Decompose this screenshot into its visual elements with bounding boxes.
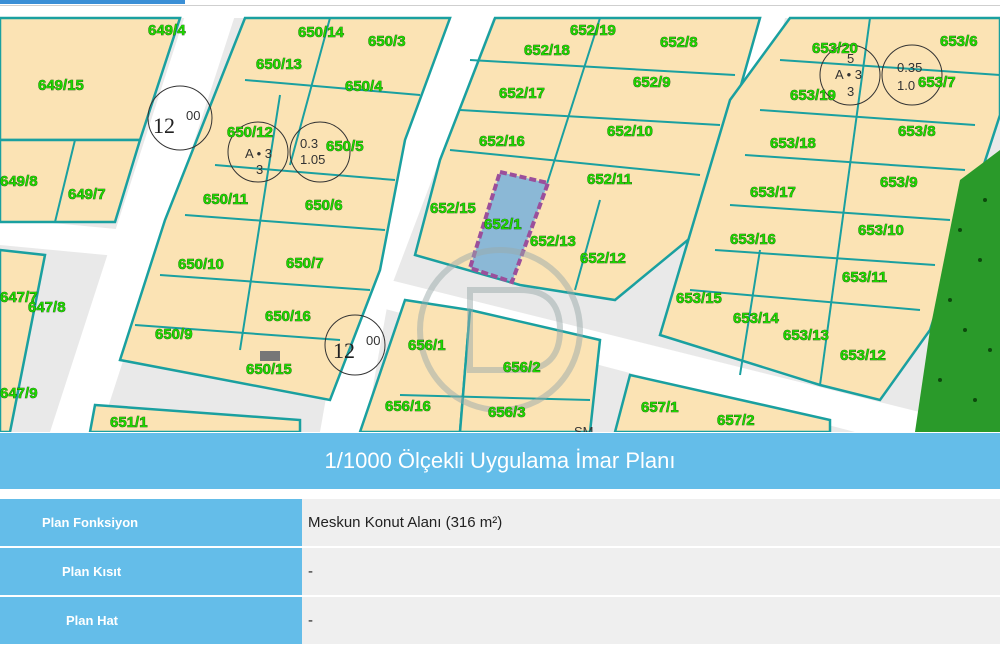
zone-note-ratio: 1.05 — [300, 152, 325, 167]
road-superscript: 00 — [366, 333, 380, 348]
parcel-label[interactable]: 656/2 — [503, 359, 541, 377]
parcel-label[interactable]: 652/16 — [479, 133, 525, 151]
parcel-label[interactable]: 653/20 — [812, 40, 858, 58]
parcel-label[interactable]: 653/13 — [783, 327, 829, 345]
road-width-label: 12 — [153, 113, 175, 138]
info-row-constraint: Plan Kısıt - — [0, 548, 1000, 595]
parcel-label[interactable]: 650/14 — [298, 24, 345, 42]
parcel-label[interactable]: 657/2 — [717, 412, 755, 430]
info-row-line: Plan Hat - — [0, 597, 1000, 644]
parcel-label[interactable]: 653/16 — [730, 231, 776, 249]
parcel-label[interactable]: 650/7 — [286, 255, 324, 273]
info-row-value: - — [302, 597, 1000, 644]
parcel-label[interactable]: 653/15 — [676, 290, 722, 308]
parcel-label[interactable]: 649/4 — [148, 22, 187, 40]
parcel-label[interactable]: 653/9 — [880, 174, 918, 192]
parcel-label[interactable]: 647/8 — [28, 299, 66, 317]
map-canvas[interactable]: SM 12 00 12 00 0.3 1.05 A • 3 3 0.35 1.0… — [0, 0, 1000, 432]
parcel-label[interactable]: 653/14 — [733, 310, 780, 328]
parcel-label[interactable]: 653/12 — [840, 347, 886, 365]
zone-note-floors: 3 — [847, 84, 854, 99]
parcel-label[interactable]: 650/4 — [345, 78, 384, 96]
parcel-label[interactable]: 650/10 — [178, 256, 224, 274]
parcel-label[interactable]: 653/6 — [940, 33, 978, 51]
parcel-label[interactable]: 650/12 — [227, 124, 273, 142]
parcel-label[interactable]: 652/15 — [430, 200, 476, 218]
parcel-label[interactable]: 652/13 — [530, 233, 576, 251]
parcel-label[interactable]: 650/9 — [155, 326, 193, 344]
parcel-label[interactable]: 650/11 — [203, 191, 249, 209]
parcel-label[interactable]: 652/10 — [607, 123, 653, 141]
active-tab-indicator — [0, 0, 185, 4]
parcel-label[interactable]: 649/15 — [38, 77, 84, 95]
parcel-label[interactable]: 653/18 — [770, 135, 816, 153]
parcel-label[interactable]: 650/13 — [256, 56, 302, 74]
parcel-label[interactable]: 653/8 — [898, 123, 936, 141]
parcel-label[interactable]: 656/1 — [408, 337, 446, 355]
parcel-label[interactable]: 652/1 — [484, 216, 522, 234]
parcel-label[interactable]: 650/3 — [368, 33, 406, 51]
parcel-label[interactable]: 652/12 — [580, 250, 626, 268]
parcel-label[interactable]: 651/1 — [110, 414, 148, 432]
info-row-function: Plan Fonksiyon Meskun Konut Alanı (316 m… — [0, 499, 1000, 546]
parcel-label[interactable]: 652/8 — [660, 34, 698, 52]
parcel-label[interactable]: 652/11 — [587, 171, 633, 189]
parcel-label[interactable]: 656/16 — [385, 398, 431, 416]
road-superscript: 00 — [186, 108, 200, 123]
info-row-value: - — [302, 548, 1000, 595]
parcel-label[interactable]: 653/19 — [790, 87, 836, 105]
zoning-map[interactable]: SM 12 00 12 00 0.3 1.05 A • 3 3 0.35 1.0… — [0, 0, 1000, 432]
parcel-label[interactable]: 652/9 — [633, 74, 671, 92]
building-marker — [260, 351, 280, 361]
parcel-label[interactable]: 650/5 — [326, 138, 364, 156]
parcel-label[interactable]: 653/10 — [858, 222, 904, 240]
tab-strip — [0, 0, 1000, 6]
parcel-label[interactable]: 657/1 — [641, 399, 679, 417]
parcel-label[interactable]: 650/16 — [265, 308, 311, 326]
zone-note-zone: A • 3 — [835, 67, 862, 82]
info-row-label: Plan Fonksiyon — [0, 499, 342, 546]
road-width-label: 12 — [333, 338, 355, 363]
parcel-label[interactable]: 652/17 — [499, 85, 545, 103]
watermark-mark: SM — [574, 424, 594, 432]
zone-note-ratio: 0.3 — [300, 136, 318, 151]
zone-note-zone: A • 3 — [245, 146, 272, 161]
zone-note-ratio: 0.35 — [897, 60, 922, 75]
parcel-label[interactable]: 649/7 — [68, 186, 106, 204]
parcel-label[interactable]: 649/8 — [0, 173, 38, 191]
plan-title: 1/1000 Ölçekli Uygulama İmar Planı — [0, 433, 1000, 489]
parcel-label[interactable]: 653/7 — [918, 74, 956, 92]
parcel-label[interactable]: 650/6 — [305, 197, 343, 215]
info-row-value: Meskun Konut Alanı (316 m²) — [302, 499, 1000, 546]
parcel-label[interactable]: 652/19 — [570, 22, 616, 40]
parcel-label[interactable]: 650/15 — [246, 361, 292, 379]
parcel-label[interactable]: 653/11 — [842, 269, 888, 287]
parcel-label[interactable]: 653/17 — [750, 184, 796, 202]
parcel-label[interactable]: 647/9 — [0, 385, 38, 403]
parcel-label[interactable]: 656/3 — [488, 404, 526, 422]
zone-note-ratio: 1.0 — [897, 78, 915, 93]
zone-note-floors: 3 — [256, 162, 263, 177]
parcel-label[interactable]: 652/18 — [524, 42, 570, 60]
